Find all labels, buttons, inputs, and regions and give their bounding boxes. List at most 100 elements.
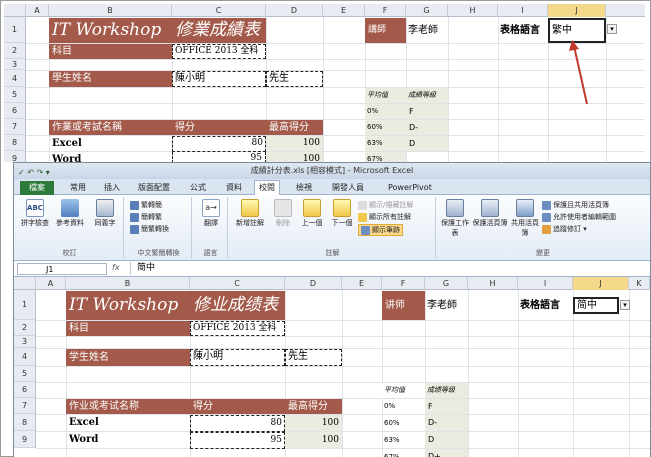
- col-a[interactable]: A: [26, 4, 49, 17]
- row-2[interactable]: 2: [4, 43, 26, 59]
- tab-powerpivot[interactable]: PowerPivot: [384, 181, 436, 195]
- show-all-comments-button[interactable]: 顯示所有註解: [358, 212, 411, 222]
- formula-input[interactable]: 简中: [130, 262, 155, 275]
- score-cell[interactable]: 95: [190, 432, 285, 449]
- row-9[interactable]: 9: [4, 151, 26, 162]
- grade-cell[interactable]: D-: [425, 415, 468, 431]
- col-d[interactable]: D: [285, 277, 342, 290]
- fx-icon[interactable]: fx: [112, 263, 120, 272]
- lang-value-cell[interactable]: 简中: [573, 297, 619, 314]
- prev-comment-button[interactable]: 上一個: [298, 199, 326, 228]
- protect-sheet-button[interactable]: 保護工作表: [440, 199, 470, 238]
- max-cell[interactable]: 100: [266, 136, 323, 151]
- col-d[interactable]: D: [266, 4, 323, 17]
- score-label-cell[interactable]: 得分: [190, 399, 285, 414]
- row-7[interactable]: 7: [14, 398, 36, 414]
- tab-file[interactable]: 檔案: [20, 181, 54, 195]
- col-a[interactable]: A: [36, 277, 66, 290]
- max-label-cell[interactable]: 最高得分: [266, 120, 323, 135]
- col-g[interactable]: G: [406, 4, 448, 17]
- research-button[interactable]: 參考資料: [53, 199, 87, 228]
- row-5[interactable]: 5: [14, 366, 36, 382]
- row-7[interactable]: 7: [4, 119, 26, 135]
- score-cell[interactable]: 95: [172, 152, 266, 162]
- row-1[interactable]: 1: [14, 290, 36, 320]
- col-j[interactable]: J: [573, 277, 629, 290]
- subject-label-cell[interactable]: 科目: [49, 44, 172, 59]
- col-c[interactable]: C: [190, 277, 285, 290]
- teacher-value-cell[interactable]: 李老師: [427, 291, 457, 320]
- pct-cell[interactable]: 67%: [382, 449, 425, 457]
- hw-label-cell[interactable]: 作業或考試名稱: [49, 120, 172, 135]
- grade-label-cell[interactable]: 成绩等级: [425, 383, 468, 398]
- title-left-cell[interactable]: IT Workshop: [49, 18, 172, 43]
- spelling-button[interactable]: ABC 拼字檢查: [18, 199, 52, 228]
- student-label-cell[interactable]: 学生姓名: [66, 349, 190, 366]
- new-comment-button[interactable]: 新增註解: [232, 199, 268, 228]
- row-3[interactable]: 3: [14, 336, 36, 348]
- item-cell[interactable]: Word: [69, 432, 98, 448]
- col-i[interactable]: I: [498, 4, 548, 17]
- select-all[interactable]: [14, 277, 36, 290]
- item-cell[interactable]: Excel: [69, 415, 99, 431]
- col-e[interactable]: E: [342, 277, 382, 290]
- hw-label-cell[interactable]: 作业或考试名称: [66, 399, 190, 414]
- grade-cell[interactable]: F: [406, 104, 448, 119]
- translate-button[interactable]: a→ 翻譯: [196, 199, 226, 228]
- pct-cell[interactable]: 60%: [365, 120, 406, 135]
- grade-cell[interactable]: D: [425, 432, 468, 448]
- row-8[interactable]: 8: [4, 135, 26, 151]
- grade-cell[interactable]: F: [425, 399, 468, 414]
- max-cell[interactable]: 100: [285, 432, 342, 448]
- col-i[interactable]: I: [518, 277, 573, 290]
- item-cell[interactable]: Word: [52, 152, 81, 162]
- pct-cell[interactable]: 67%: [365, 152, 406, 162]
- grade-cell[interactable]: D+: [425, 449, 468, 457]
- honorific-cell[interactable]: 先生: [266, 71, 323, 87]
- row-3[interactable]: 3: [4, 59, 26, 70]
- col-f[interactable]: F: [365, 4, 406, 17]
- tab-view[interactable]: 檢視: [292, 181, 316, 195]
- row-6[interactable]: 6: [14, 382, 36, 398]
- col-e[interactable]: E: [323, 4, 365, 17]
- teacher-label-cell[interactable]: 讲师: [382, 291, 425, 320]
- tab-page-layout[interactable]: 版面配置: [134, 181, 174, 195]
- avg-label-cell[interactable]: 平均值: [382, 383, 425, 398]
- pct-cell[interactable]: 0%: [365, 104, 406, 119]
- protect-workbook-button[interactable]: 保護活頁簿: [472, 199, 508, 228]
- row-2[interactable]: 2: [14, 320, 36, 336]
- title-right-cell[interactable]: 修業成績表: [172, 18, 266, 43]
- col-h[interactable]: H: [448, 4, 498, 17]
- student-label-cell[interactable]: 學生姓名: [49, 71, 172, 87]
- chevron-down-icon[interactable]: ▾: [620, 300, 630, 310]
- col-f[interactable]: F: [382, 277, 425, 290]
- teacher-label-cell[interactable]: 講師: [365, 18, 406, 43]
- pct-cell[interactable]: 0%: [382, 399, 425, 414]
- title-right-cell[interactable]: 修业成绩表: [190, 291, 285, 320]
- col-j[interactable]: J: [548, 4, 606, 17]
- protect-share-button[interactable]: 保護且共用活頁簿: [542, 200, 609, 210]
- score-cell[interactable]: 80: [190, 415, 285, 432]
- select-all[interactable]: [4, 4, 26, 17]
- row-1[interactable]: 1: [4, 17, 26, 43]
- pct-cell[interactable]: 60%: [382, 415, 425, 431]
- avg-label-cell[interactable]: 平均值: [365, 88, 406, 103]
- convert-button[interactable]: 簡繁轉換: [130, 224, 169, 234]
- max-cell[interactable]: 100: [285, 415, 342, 431]
- row-4[interactable]: 4: [14, 348, 36, 366]
- lang-label-cell[interactable]: 表格語言: [500, 18, 540, 43]
- student-value-cell[interactable]: 陳小明: [172, 71, 266, 87]
- score-cell[interactable]: 80: [172, 136, 266, 152]
- row-6[interactable]: 6: [4, 103, 26, 119]
- grade-label-cell[interactable]: 成績等級: [406, 88, 448, 103]
- col-c[interactable]: C: [172, 4, 266, 17]
- delete-comment-button[interactable]: 刪除: [270, 199, 296, 228]
- col-b[interactable]: B: [49, 4, 172, 17]
- tab-formulas[interactable]: 公式: [186, 181, 210, 195]
- pct-cell[interactable]: 63%: [365, 136, 406, 151]
- item-cell[interactable]: Excel: [52, 136, 82, 151]
- subject-value-cell[interactable]: OFFICE 2013 全科: [190, 321, 285, 336]
- chevron-down-icon[interactable]: ▾: [607, 24, 617, 34]
- teacher-value-cell[interactable]: 李老師: [408, 18, 438, 43]
- to-simplified-button[interactable]: 簡轉繁: [130, 212, 162, 222]
